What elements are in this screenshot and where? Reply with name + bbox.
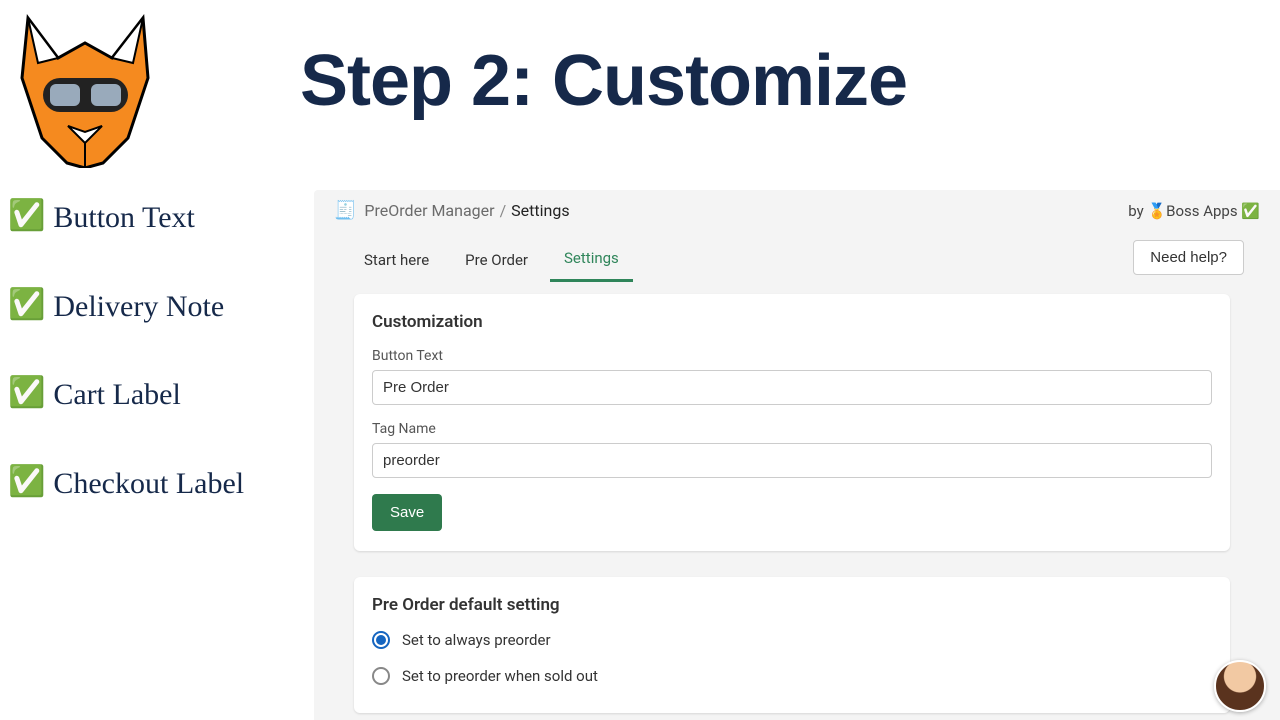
feature-label: Cart Label	[53, 375, 180, 416]
button-text-input[interactable]	[372, 370, 1212, 405]
feature-label: Button Text	[53, 198, 195, 239]
radio-label: Set to preorder when sold out	[402, 667, 598, 685]
check-icon: ✅	[8, 464, 45, 500]
feature-item: ✅ Checkout Label	[8, 464, 298, 505]
support-avatar[interactable]	[1214, 660, 1266, 712]
customization-card: Customization Button Text Tag Name Save	[354, 294, 1230, 551]
radio-label: Set to always preorder	[402, 631, 551, 649]
feature-item: ✅ Cart Label	[8, 375, 298, 416]
feature-list: ✅ Button Text ✅ Delivery Note ✅ Cart Lab…	[8, 198, 298, 504]
breadcrumb-main[interactable]: PreOrder Manager	[364, 201, 494, 220]
need-help-button[interactable]: Need help?	[1133, 240, 1244, 275]
by-label: 🏅Boss Apps ✅	[1147, 202, 1260, 220]
radio-icon	[372, 667, 390, 685]
check-icon: ✅	[8, 198, 45, 234]
tab-start-here[interactable]: Start here	[350, 241, 443, 281]
radio-always-preorder[interactable]: Set to always preorder	[372, 631, 1212, 649]
by-prefix: by	[1128, 202, 1147, 220]
feature-label: Checkout Label	[53, 464, 244, 505]
check-icon: ✅	[8, 287, 45, 323]
tab-pre-order[interactable]: Pre Order	[451, 241, 542, 281]
breadcrumb: 🧾 PreOrder Manager / Settings by 🏅Boss A…	[314, 190, 1280, 231]
app-icon: 🧾	[334, 200, 356, 221]
feature-item: ✅ Delivery Note	[8, 287, 298, 328]
page-title: Step 2: Customize	[300, 40, 907, 122]
brand-logo	[8, 8, 163, 168]
button-text-label: Button Text	[372, 348, 1212, 364]
card-title: Pre Order default setting	[372, 595, 1212, 615]
tag-name-input[interactable]	[372, 443, 1212, 478]
breadcrumb-current: Settings	[511, 201, 569, 220]
tag-name-label: Tag Name	[372, 421, 1212, 437]
radio-preorder-when-sold-out[interactable]: Set to preorder when sold out	[372, 667, 1212, 685]
check-icon: ✅	[8, 375, 45, 411]
app-panel: 🧾 PreOrder Manager / Settings by 🏅Boss A…	[314, 190, 1280, 720]
breadcrumb-separator: /	[500, 201, 507, 220]
save-button[interactable]: Save	[372, 494, 442, 531]
breadcrumb-author: by 🏅Boss Apps ✅	[1128, 202, 1260, 220]
tabs-bar: Start here Pre Order Settings Need help?	[314, 231, 1280, 282]
feature-item: ✅ Button Text	[8, 198, 298, 239]
default-setting-card: Pre Order default setting Set to always …	[354, 577, 1230, 713]
tab-settings[interactable]: Settings	[550, 239, 633, 282]
radio-icon	[372, 631, 390, 649]
feature-label: Delivery Note	[53, 287, 224, 328]
card-title: Customization	[372, 312, 1212, 332]
